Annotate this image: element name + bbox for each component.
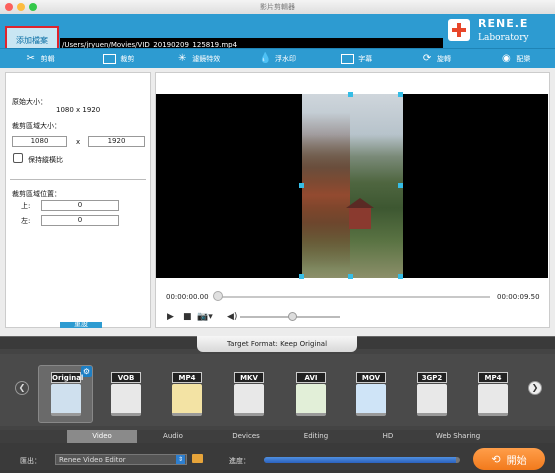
tab-label: 旋轉 (437, 54, 452, 63)
output-folder-select[interactable]: Renee Video Editor ⇕ (55, 454, 187, 465)
tab-watermark[interactable]: 💧 浮水印 (238, 49, 317, 68)
format-mp4[interactable]: MP4 (472, 372, 514, 418)
tab-label: 剪輯 (40, 54, 55, 63)
window-title-bar: 影片剪輯器 (0, 0, 555, 14)
crop-icon (103, 53, 117, 64)
timeline-track[interactable] (218, 296, 490, 298)
tab-label: 字幕 (358, 54, 373, 63)
chevron-updown-icon: ⇕ (176, 455, 185, 464)
tab-label: 浮水印 (274, 54, 296, 63)
format-3gp2[interactable]: 3GP2 (411, 372, 453, 418)
crop-handle-right[interactable] (398, 183, 403, 188)
tab-rotate[interactable]: ⟳ 旋轉 (396, 49, 475, 68)
volume-icon[interactable]: ◀) (227, 312, 237, 322)
format-avi[interactable]: AVI (290, 372, 332, 418)
format-mkv[interactable]: MKV (228, 372, 270, 418)
category-web-sharing[interactable]: Web Sharing (425, 430, 491, 443)
logo-text: RENE.E (478, 17, 529, 30)
divider (10, 179, 146, 180)
crop-handle-bottom-right[interactable] (398, 274, 403, 279)
tab-effects[interactable]: ✳ 濾鏡特效 (159, 49, 238, 68)
refresh-icon: ⟲ (491, 452, 501, 466)
tab-label: 配樂 (516, 54, 531, 63)
volume-slider-knob[interactable] (288, 312, 297, 321)
crop-handle-bottom[interactable] (348, 274, 353, 279)
logo-cross-icon (448, 19, 470, 41)
original-size-label: 原始大小： (12, 98, 47, 106)
left-offset-label: 左: (21, 217, 31, 225)
effects-icon: ✳ (178, 52, 187, 64)
header-bar: 添加檔案 /Users/jryuen/Movies/VID_20190209_1… (0, 14, 555, 54)
reset-button[interactable]: 重設 (60, 322, 102, 328)
progress-bar-fill (264, 457, 457, 463)
category-devices[interactable]: Devices (218, 430, 274, 443)
rotate-icon: ⟳ (422, 52, 432, 64)
crop-size-label: 裁剪區域大小： (12, 122, 61, 130)
video-frame-building (346, 198, 374, 229)
crop-handle-left[interactable] (299, 183, 304, 188)
play-icon[interactable]: ▶ (167, 312, 174, 322)
watermark-icon: 💧 (258, 52, 272, 64)
category-video[interactable]: Video (67, 430, 137, 443)
start-button[interactable]: ⟲ 開始 (473, 448, 545, 470)
folder-icon[interactable] (192, 454, 203, 463)
left-offset-input[interactable]: 0 (41, 215, 119, 226)
output-folder-value: Renee Video Editor (59, 456, 126, 464)
logo-subtext: Laboratory (478, 33, 529, 43)
output-label: 匯出： (20, 457, 41, 465)
window-title: 影片剪輯器 (260, 3, 295, 11)
progress-bar (264, 457, 460, 463)
keep-ratio-label: 保持縱橫比 (28, 156, 63, 164)
format-prev-arrow-icon[interactable]: ❮ (15, 381, 29, 395)
crop-width-input[interactable]: 1080 (12, 136, 67, 147)
tab-music[interactable]: ◉ 配樂 (476, 49, 555, 68)
category-hd[interactable]: HD (360, 430, 416, 443)
tab-label: 裁剪 (120, 54, 135, 63)
category-audio[interactable]: Audio (145, 430, 201, 443)
stop-icon[interactable]: ■ (183, 312, 192, 322)
keep-ratio-checkbox[interactable] (13, 153, 23, 163)
crop-handle-top[interactable] (348, 92, 353, 97)
top-offset-label: 上: (21, 202, 31, 210)
start-label: 開始 (506, 455, 527, 467)
top-offset-input[interactable]: 0 (41, 200, 119, 211)
total-time: 00:00:09.50 (497, 293, 540, 301)
target-format-label: Target Format: Keep Original (197, 336, 357, 352)
tab-crop[interactable]: 裁剪 (79, 49, 158, 68)
format-mov[interactable]: MOV (350, 372, 392, 418)
scissors-icon: ✂ (26, 52, 35, 64)
crop-settings-panel: 原始大小： 1080 x 1920 裁剪區域大小： 1080 x 1920 保持… (5, 72, 151, 328)
current-time: 00:00:00.00 (166, 293, 209, 301)
tab-subtitle[interactable]: 字幕 (317, 49, 396, 68)
camera-icon[interactable]: 📷▾ (197, 312, 213, 322)
subtitle-icon (341, 53, 355, 64)
format-original[interactable]: Original (45, 372, 87, 418)
edit-toolbar: ✂ 剪輯 裁剪 ✳ 濾鏡特效 💧 浮水印 字幕 ⟳ 旋轉 ◉ 配樂 (0, 48, 555, 68)
format-next-arrow-icon[interactable]: ❯ (528, 381, 542, 395)
music-icon: ◉ (501, 52, 511, 64)
tab-trim[interactable]: ✂ 剪輯 (0, 49, 79, 68)
crop-handle-top-right[interactable] (398, 92, 403, 97)
video-frame[interactable] (302, 94, 403, 278)
category-editing[interactable]: Editing (288, 430, 344, 443)
crop-size-separator: x (76, 138, 81, 146)
format-vob[interactable]: VOB (105, 372, 147, 418)
progress-label: 進度： (229, 457, 250, 465)
reset-label: 重設 (74, 322, 88, 328)
timeline-scrubber[interactable] (213, 291, 223, 301)
crop-position-label: 裁剪區域位置： (12, 190, 61, 198)
crop-handle-bottom-left[interactable] (299, 274, 304, 279)
crop-height-input[interactable]: 1920 (88, 136, 145, 147)
original-size-value: 1080 x 1920 (56, 106, 101, 114)
format-mp4-4k[interactable]: MP4 (166, 372, 208, 418)
tab-label: 濾鏡特效 (192, 54, 221, 63)
